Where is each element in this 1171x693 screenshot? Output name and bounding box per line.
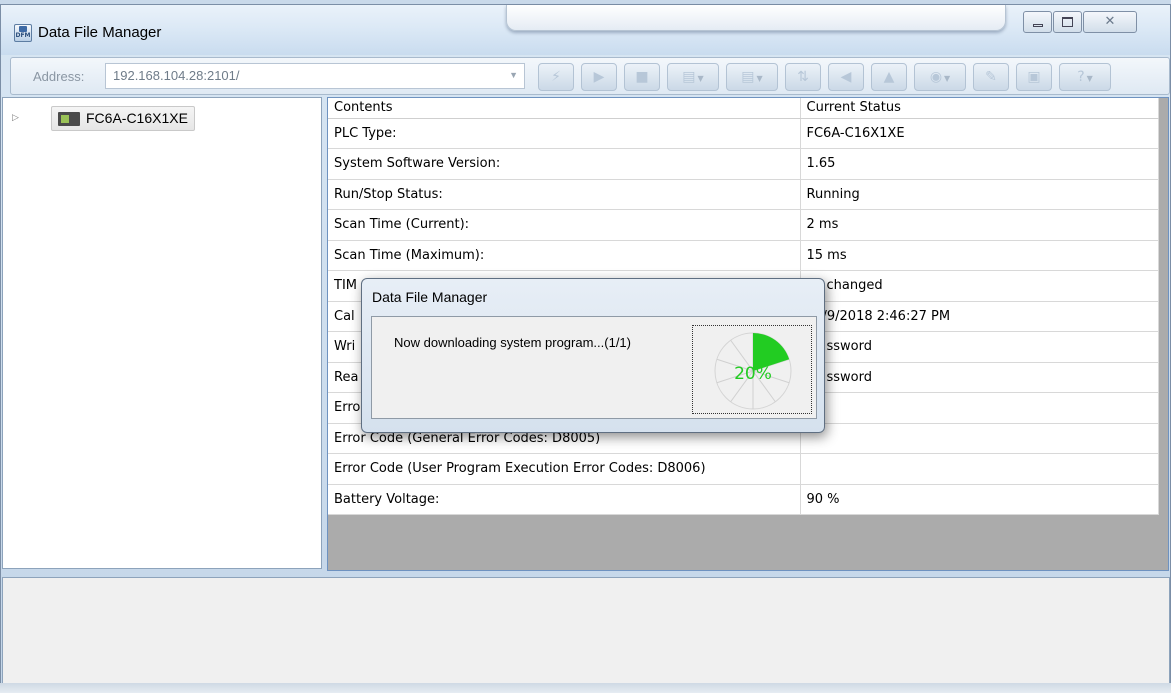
column-header-status[interactable]: Current Status	[800, 98, 1159, 119]
window-bottom-edge	[0, 683, 1171, 693]
globe-dropdown-icon: ▼	[944, 74, 951, 83]
transfer-button[interactable]: ⇅	[785, 63, 821, 91]
globe-icon: ◉	[929, 69, 943, 85]
upload-icon: ▤	[682, 69, 696, 85]
table-row[interactable]: Battery Voltage: 90 %	[328, 484, 1159, 515]
tree-node-label: FC6A-C16X1XE	[86, 110, 188, 126]
run-button[interactable]: ▶	[581, 63, 617, 91]
cell-contents: Error Code (User Program Execution Error…	[328, 453, 801, 485]
stop-icon: ■	[635, 69, 649, 85]
dialog-body: Now downloading system program...(1/1) 2…	[371, 316, 817, 419]
output-pane	[2, 577, 1170, 689]
up-button[interactable]: ▲	[871, 63, 907, 91]
address-input[interactable]: 192.168.104.28:2101/ ▼	[105, 63, 525, 89]
dialog-message: Now downloading system program...(1/1)	[394, 335, 631, 350]
help-icon: ?	[1077, 69, 1085, 85]
table-row[interactable]: System Software Version: 1.65	[328, 148, 1159, 180]
dfm-app-icon: DFM	[14, 24, 32, 42]
back-icon: ◀	[840, 69, 852, 85]
cell-contents: Scan Time (Current):	[328, 209, 801, 241]
tree-node-plc[interactable]: FC6A-C16X1XE	[51, 106, 195, 131]
back-button[interactable]: ◀	[828, 63, 864, 91]
cell-status	[800, 423, 1159, 454]
cell-status: ssword	[800, 331, 1159, 363]
dialog-title: Data File Manager	[372, 289, 488, 305]
table-row[interactable]: Run/Stop Status: Running	[328, 179, 1159, 210]
window-title: Data File Manager	[38, 24, 162, 41]
cell-status	[800, 453, 1159, 485]
device-tree: ▷ FC6A-C16X1XE	[2, 97, 322, 569]
save-document-button[interactable]: ▣	[1016, 63, 1052, 91]
stop-button[interactable]: ■	[624, 63, 660, 91]
download-button[interactable]: ▤ ▼	[726, 63, 778, 91]
close-button[interactable]: ✕	[1083, 11, 1137, 33]
lightning-button[interactable]: ⚡	[538, 63, 574, 91]
cell-status: 90 %	[800, 484, 1159, 515]
column-header-contents[interactable]: Contents	[328, 98, 801, 119]
edit-document-icon: ✎	[985, 69, 997, 85]
progress-percent: 20%	[734, 364, 772, 384]
cell-contents: System Software Version:	[328, 148, 801, 180]
cell-status: 2 ms	[800, 209, 1159, 241]
title-bar: DFM Data File Manager ✕	[1, 5, 1170, 55]
save-document-icon: ▣	[1027, 69, 1041, 85]
cell-contents: PLC Type:	[328, 118, 801, 149]
up-icon: ▲	[883, 69, 895, 85]
progress-dialog: Data File Manager Now downloading system…	[361, 278, 825, 433]
address-label: Address:	[33, 69, 85, 84]
upload-button[interactable]: ▤ ▼	[667, 63, 719, 91]
maximize-button[interactable]	[1053, 11, 1082, 33]
run-icon: ▶	[593, 69, 605, 85]
toolbar: Address: 192.168.104.28:2101/ ▼ ⚡ ▶ ■ ▤ ▼…	[10, 57, 1170, 95]
minimize-button[interactable]	[1023, 11, 1052, 33]
help-button[interactable]: ? ▼	[1059, 63, 1111, 91]
plc-icon	[58, 112, 80, 126]
address-value: 192.168.104.28:2101/	[113, 68, 240, 83]
table-row[interactable]: Scan Time (Current): 2 ms	[328, 209, 1159, 241]
edit-document-button[interactable]: ✎	[973, 63, 1009, 91]
cell-contents: Scan Time (Maximum):	[328, 240, 801, 271]
cell-status: FC6A-C16X1XE	[800, 118, 1159, 149]
globe-button[interactable]: ◉ ▼	[914, 63, 966, 91]
progress-indicator: 20%	[692, 325, 812, 414]
cell-status: /9/2018 2:46:27 PM	[800, 301, 1159, 332]
lightning-icon: ⚡	[551, 69, 561, 85]
cell-status	[800, 392, 1159, 424]
cell-status: ssword	[800, 362, 1159, 393]
table-row[interactable]: Error Code (User Program Execution Error…	[328, 453, 1159, 485]
background-window-edge	[506, 5, 1006, 31]
download-dropdown-icon: ▼	[756, 74, 763, 83]
table-row[interactable]: PLC Type: FC6A-C16X1XE	[328, 118, 1159, 149]
help-dropdown-icon: ▼	[1086, 74, 1093, 83]
upload-dropdown-icon: ▼	[697, 74, 704, 83]
expand-arrow-icon[interactable]: ▷	[12, 112, 19, 123]
cell-status: changed	[800, 270, 1159, 302]
table-row[interactable]: Scan Time (Maximum): 15 ms	[328, 240, 1159, 271]
cell-status: Running	[800, 179, 1159, 210]
cell-status: 1.65	[800, 148, 1159, 180]
cell-status: 15 ms	[800, 240, 1159, 271]
transfer-icon: ⇅	[797, 69, 809, 85]
table-header-row: Contents Current Status	[328, 98, 1159, 119]
cell-contents: Run/Stop Status:	[328, 179, 801, 210]
cell-contents: Battery Voltage:	[328, 484, 801, 515]
download-icon: ▤	[741, 69, 755, 85]
progress-wheel: 20%	[714, 332, 792, 410]
address-dropdown-icon[interactable]: ▼	[509, 70, 518, 80]
